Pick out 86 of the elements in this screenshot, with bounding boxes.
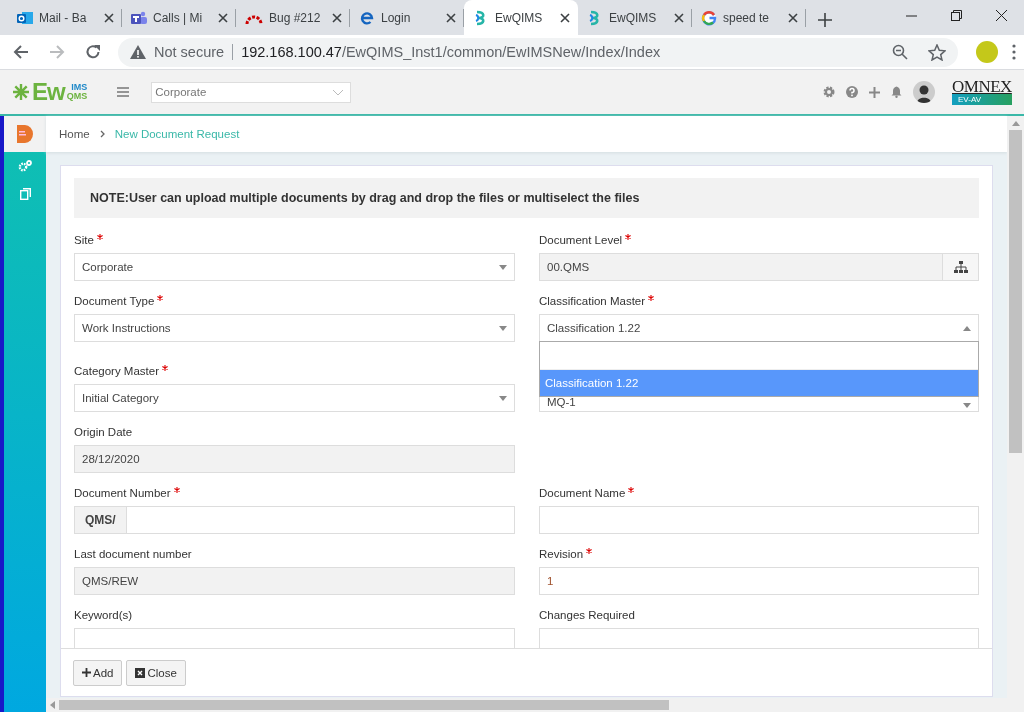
close-icon[interactable]: [446, 12, 456, 23]
search-engine-icon: [701, 9, 717, 26]
close-icon[interactable]: [332, 12, 342, 23]
caret-down-icon: [963, 403, 971, 408]
chevron-right-icon: [99, 130, 105, 138]
back-icon[interactable]: [13, 44, 29, 60]
caret-down-icon: [499, 325, 507, 331]
field-label: Document Number: [74, 487, 171, 499]
star-icon[interactable]: [928, 43, 946, 61]
note-text: NOTE:User can upload multiple documents by drag and drop the files or multiselect the files: [74, 178, 979, 218]
brand-logo: OMNEX EV-AV: [952, 79, 1012, 105]
url-text: 192.168.100.47/EwQIMS_Inst1/common/EwIMSNew/Index/Index: [241, 44, 662, 60]
user-avatar[interactable]: [913, 81, 935, 103]
horizontal-scrollbar[interactable]: [46, 698, 1024, 712]
field-label: Revision: [539, 548, 584, 560]
security-label: Not secure: [154, 44, 234, 60]
vertical-scrollbar[interactable]: [1007, 116, 1024, 698]
browser-tab[interactable]: Calls | Mi: [122, 0, 236, 35]
hierarchy-icon: [953, 261, 968, 273]
select-field[interactable]: Corporate: [74, 253, 515, 281]
input-field[interactable]: [539, 628, 979, 648]
action-button[interactable]: Add: [73, 659, 123, 686]
zoom-out-icon[interactable]: [892, 44, 908, 60]
scroll-left-icon[interactable]: [50, 701, 55, 709]
input-field[interactable]: [125, 506, 515, 534]
plus-icon: [82, 668, 91, 677]
field-label: Document Level: [539, 234, 623, 246]
people-icon: [131, 9, 147, 26]
select-field[interactable]: Initial Category: [74, 384, 515, 412]
settings-icon[interactable]: [18, 160, 32, 172]
mail-icon: [17, 9, 33, 26]
input-field[interactable]: [539, 506, 979, 534]
close-icon[interactable]: [674, 12, 684, 23]
warning-icon: [130, 45, 146, 59]
scroll-up-icon[interactable]: [1011, 121, 1020, 126]
field-label: Origin Date: [74, 426, 133, 438]
menu-icon[interactable]: [117, 87, 130, 97]
input-field[interactable]: 1: [539, 567, 979, 595]
bell-icon[interactable]: [891, 86, 902, 98]
settings-icon[interactable]: [823, 86, 835, 98]
close-icon[interactable]: [218, 12, 228, 23]
browser-tab[interactable]: EwQIMS: [464, 0, 578, 35]
plus-icon[interactable]: [869, 86, 880, 98]
browser-tab[interactable]: Login: [350, 0, 464, 35]
action-button[interactable]: Close: [126, 659, 186, 686]
prefix-label: QMS/: [74, 506, 126, 534]
caret-up-icon: [963, 325, 971, 331]
forward-icon[interactable]: [49, 44, 65, 60]
copy-icon[interactable]: [19, 188, 31, 200]
browser-tab[interactable]: speed te: [692, 0, 806, 35]
browser-icon: [359, 9, 375, 26]
profile-avatar[interactable]: [976, 41, 998, 63]
readonly-field: QMS/REW: [74, 567, 515, 595]
menu-icon[interactable]: [1012, 44, 1016, 60]
hierarchy-button[interactable]: [943, 253, 979, 281]
browser-tab[interactable]: Mail - Ba: [8, 0, 122, 35]
browser-tab[interactable]: Bug #212: [236, 0, 350, 35]
field-label: Keyword(s): [74, 609, 133, 621]
browser-tab[interactable]: EwQIMS: [578, 0, 692, 35]
readonly-field: 00.QMS: [539, 253, 944, 281]
field-label: Document Type: [74, 295, 155, 307]
chevron-down-icon: [332, 88, 345, 96]
breadcrumb-link[interactable]: Home: [59, 128, 90, 140]
select-field[interactable]: Classification 1.22: [539, 314, 979, 342]
close-icon[interactable]: [104, 12, 114, 23]
field-label: Document Name: [539, 487, 626, 499]
close-icon[interactable]: [788, 12, 798, 23]
select-field[interactable]: Work Instructions: [74, 314, 515, 342]
caret-down-icon: [499, 264, 507, 270]
field-label: Site: [74, 234, 94, 246]
field-label: Changes Required: [539, 609, 635, 621]
input-field[interactable]: [74, 628, 515, 648]
field-label: Category Master: [74, 365, 159, 377]
site-select[interactable]: Corporate: [151, 81, 352, 103]
field-label: Last document number: [74, 548, 192, 560]
close-icon: [135, 667, 146, 678]
field-label: Classification Master: [539, 295, 646, 307]
close-icon[interactable]: [560, 12, 570, 23]
breadcrumb-current: New Document Request: [114, 128, 240, 140]
plus-icon[interactable]: [818, 13, 832, 27]
help-icon[interactable]: [846, 86, 858, 98]
readonly-field: 28/12/2020: [74, 445, 515, 473]
address-bar[interactable]: Not secure 192.168.100.47/EwQIMS_Inst1/common/EwIMSNew/Index/Index: [118, 37, 958, 67]
reload-icon[interactable]: [85, 44, 101, 60]
caret-down-icon: [499, 395, 507, 401]
document-icon[interactable]: [17, 125, 33, 143]
